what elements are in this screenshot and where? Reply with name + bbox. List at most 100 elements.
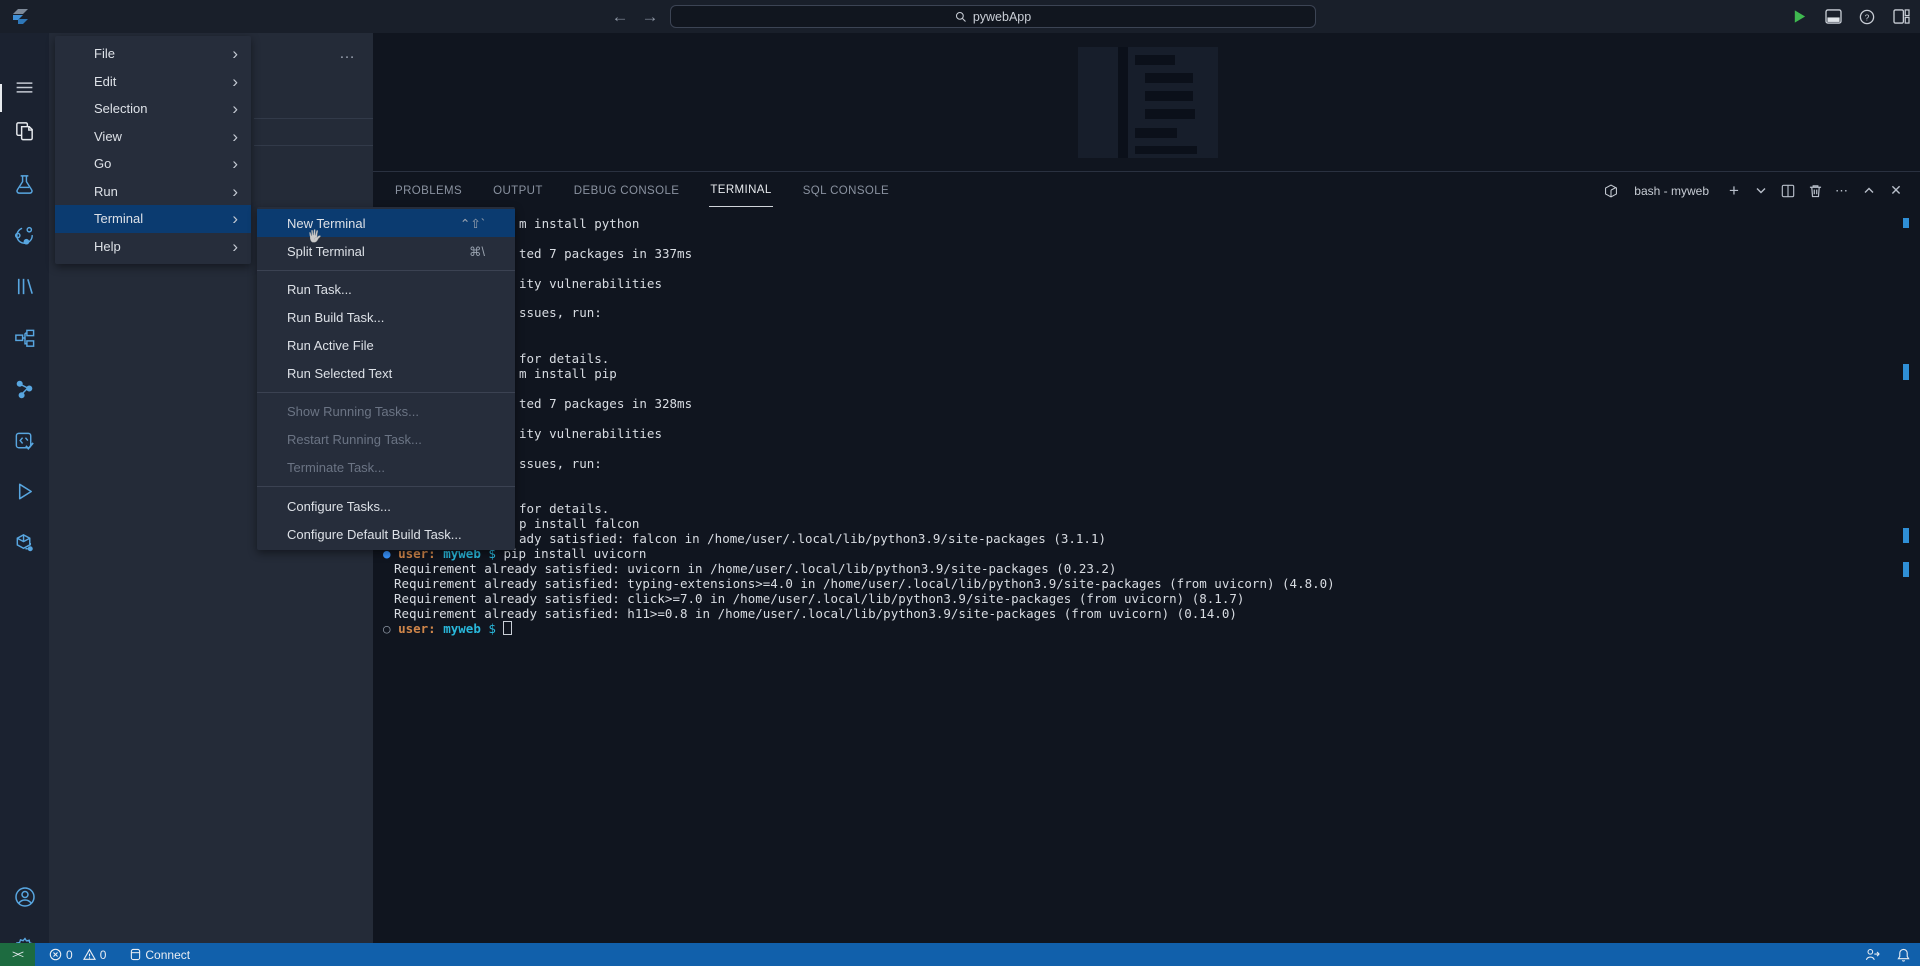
connect-label: Connect: [145, 948, 190, 962]
back-arrow-icon[interactable]: ←: [608, 5, 632, 29]
menu-item-label: View: [94, 129, 232, 144]
menu-item-go[interactable]: Go›: [55, 150, 251, 178]
submenu-item-show-running-tasks: Show Running Tasks...: [257, 398, 515, 426]
submenu-item-label: Run Selected Text: [287, 366, 485, 381]
warnings-count: 0: [100, 948, 107, 962]
terminal-scrollbar-decoration: [1903, 218, 1909, 228]
forward-arrow-icon[interactable]: →: [638, 5, 662, 29]
project-search-value: pywebApp: [973, 10, 1031, 24]
mouse-cursor: 🖐: [307, 229, 322, 243]
bottom-panel: PROBLEMS OUTPUT DEBUG CONSOLE TERMINAL SQL C…: [373, 171, 1920, 944]
library-icon[interactable]: [12, 274, 37, 299]
submenu-item-new-terminal[interactable]: New Terminal⌃⇧`🖐: [257, 209, 515, 237]
submenu-item-run-build-task[interactable]: Run Build Task...: [257, 303, 515, 331]
submenu-item-split-terminal[interactable]: Split Terminal ⌘\: [257, 237, 515, 265]
bash-icon: [1603, 182, 1619, 200]
status-bar: >< 0 0 Connect: [0, 943, 1920, 966]
run-icon[interactable]: [1788, 6, 1810, 28]
terminal-dropdown-icon[interactable]: [1753, 182, 1769, 200]
submenu-item-configure-default-build-task[interactable]: Configure Default Build Task...: [257, 520, 515, 548]
explorer-icon[interactable]: [12, 119, 37, 144]
kill-terminal-icon[interactable]: [1807, 182, 1823, 200]
activity-bar: [0, 33, 49, 943]
menu-item-label: Run: [94, 184, 232, 199]
warnings-icon: [83, 948, 96, 961]
submenu-item-terminate-task: Terminate Task...: [257, 454, 515, 482]
keybinding-label: ⌘\: [469, 244, 485, 259]
menu-item-label: Terminal: [94, 211, 232, 226]
keybinding-label: ⌃⇧`: [460, 216, 485, 231]
menu-item-file[interactable]: File›: [55, 40, 251, 68]
run-outline-icon[interactable]: [12, 479, 37, 504]
close-panel-icon[interactable]: ✕: [1888, 182, 1904, 200]
extensions-plug-icon[interactable]: [12, 531, 37, 556]
database-icon: [130, 948, 141, 961]
help-icon[interactable]: ?: [1856, 6, 1878, 28]
search-icon: [955, 11, 967, 23]
submenu-item-run-task[interactable]: Run Task...: [257, 275, 515, 303]
code-check-icon[interactable]: [12, 429, 37, 454]
submenu-item-label: Run Task...: [287, 282, 485, 297]
submenu-item-label: Configure Tasks...: [287, 499, 485, 514]
submenu-item-label: Configure Default Build Task...: [287, 527, 485, 542]
more-actions-icon[interactable]: …: [339, 45, 356, 63]
split-terminal-icon[interactable]: [1780, 182, 1796, 200]
menu-item-terminal[interactable]: Terminal›: [55, 205, 251, 233]
menu-item-edit[interactable]: Edit›: [55, 68, 251, 96]
main-menu: File›Edit›Selection›View›Go›Run›Terminal…: [55, 36, 251, 264]
active-view-indicator: [0, 84, 2, 112]
panel-tab-sql-console[interactable]: SQL CONSOLE: [802, 175, 890, 207]
panel-tab-debug-console[interactable]: DEBUG CONSOLE: [573, 175, 681, 207]
panel-tab-bar: PROBLEMS OUTPUT DEBUG CONSOLE TERMINAL SQL C…: [394, 172, 890, 209]
flask-icon[interactable]: [12, 172, 37, 197]
menu-item-label: Help: [94, 239, 232, 254]
errors-icon: [49, 948, 62, 961]
submenu-item-label: Run Active File: [287, 338, 485, 353]
connect-button[interactable]: Connect: [130, 948, 190, 962]
submenu-item-restart-running-task: Restart Running Task...: [257, 426, 515, 454]
terminal-scrollbar-decoration: [1903, 528, 1909, 543]
menu-item-label: Edit: [94, 74, 232, 89]
panel-tab-problems[interactable]: PROBLEMS: [394, 175, 463, 207]
chevron-right-icon: ›: [232, 128, 238, 145]
submenu-item-label: Split Terminal: [287, 244, 449, 259]
submenu-item-label: Terminate Task...: [287, 460, 485, 475]
terminal-scrollbar-decoration: [1903, 562, 1909, 577]
more-actions-icon[interactable]: ⋯: [1834, 182, 1850, 200]
share-network-icon[interactable]: [12, 223, 37, 248]
menu-item-selection[interactable]: Selection›: [55, 95, 251, 123]
project-search-input[interactable]: pywebApp: [670, 5, 1316, 28]
remote-indicator[interactable]: ><: [0, 943, 35, 966]
account-icon[interactable]: [12, 884, 37, 909]
menu-icon[interactable]: [12, 75, 37, 100]
submenu-item-run-selected-text[interactable]: Run Selected Text: [257, 359, 515, 387]
new-terminal-icon[interactable]: +: [1726, 182, 1742, 200]
customize-layout-icon[interactable]: [1890, 6, 1912, 28]
menu-item-help[interactable]: Help›: [55, 233, 251, 261]
chevron-right-icon: ›: [232, 183, 238, 200]
app-logo-icon: [11, 8, 30, 25]
terminal-instance-label[interactable]: bash - myweb: [1634, 184, 1709, 198]
editor-area: [373, 33, 1920, 171]
menu-item-label: Go: [94, 156, 232, 171]
menu-item-view[interactable]: View›: [55, 123, 251, 151]
menu-item-run[interactable]: Run›: [55, 178, 251, 206]
terminal-scrollbar-decoration: [1903, 364, 1909, 380]
menu-item-label: File: [94, 46, 232, 61]
submenu-item-label: Run Build Task...: [287, 310, 485, 325]
submenu-item-run-active-file[interactable]: Run Active File: [257, 331, 515, 359]
scatter-graph-icon[interactable]: [12, 377, 37, 402]
submenu-item-configure-tasks[interactable]: Configure Tasks...: [257, 492, 515, 520]
notifications-bell-icon[interactable]: [1897, 948, 1910, 962]
chevron-right-icon: ›: [232, 155, 238, 172]
hierarchy-icon[interactable]: [12, 326, 37, 351]
toggle-panel-icon[interactable]: [1822, 6, 1844, 28]
errors-count: 0: [66, 948, 73, 962]
terminal-submenu: New Terminal⌃⇧`🖐 Split Terminal ⌘\ Run Task…: [257, 207, 515, 550]
panel-tab-output[interactable]: OUTPUT: [492, 175, 544, 207]
panel-tab-terminal[interactable]: TERMINAL: [709, 174, 772, 207]
maximize-panel-icon[interactable]: [1861, 182, 1877, 200]
submenu-item-label: Show Running Tasks...: [287, 404, 485, 419]
problems-status[interactable]: 0 0: [49, 948, 106, 962]
feedback-icon[interactable]: [1865, 948, 1881, 961]
